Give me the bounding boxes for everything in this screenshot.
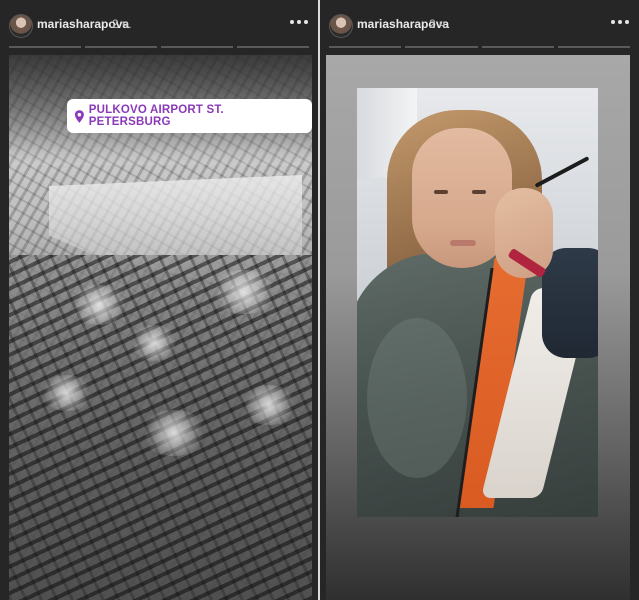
progress-bars bbox=[329, 46, 630, 48]
progress-segment bbox=[481, 46, 554, 48]
smoke bbox=[39, 375, 94, 411]
location-sticker[interactable]: PULKOVO AIRPORT ST. PETERSBURG bbox=[67, 99, 312, 133]
story-panel-left[interactable]: mariasharapova 2 ч. PULKOVO AIRPORT ST. … bbox=[0, 0, 318, 600]
timestamp: 2 ч. bbox=[429, 17, 449, 31]
smoke bbox=[69, 285, 129, 325]
sleeve bbox=[542, 248, 598, 358]
avatar[interactable] bbox=[329, 14, 353, 38]
story-panel-right[interactable]: mariasharapova 2 ч. bbox=[320, 0, 639, 600]
story-media-selfie[interactable] bbox=[326, 55, 630, 600]
progress-bars bbox=[9, 46, 309, 48]
story-media-aerial-city[interactable]: PULKOVO AIRPORT ST. PETERSBURG bbox=[9, 55, 312, 600]
story-header: mariasharapova 2 ч. bbox=[0, 0, 318, 48]
timestamp: 2 ч. bbox=[112, 17, 132, 31]
progress-segment bbox=[9, 46, 81, 48]
smoke bbox=[239, 385, 299, 425]
sunglasses bbox=[534, 156, 590, 188]
location-pin-icon bbox=[74, 109, 84, 123]
story-header: mariasharapova 2 ч. bbox=[320, 0, 639, 48]
smoke bbox=[139, 410, 209, 456]
progress-segment bbox=[85, 46, 157, 48]
more-options-icon[interactable] bbox=[290, 20, 308, 24]
progress-segment bbox=[329, 46, 402, 48]
progress-segment bbox=[161, 46, 233, 48]
jacket-fold bbox=[367, 318, 467, 478]
mouth bbox=[450, 240, 476, 246]
progress-segment bbox=[237, 46, 309, 48]
eye bbox=[472, 190, 486, 194]
avatar[interactable] bbox=[9, 14, 33, 38]
smoke bbox=[129, 325, 179, 361]
eye bbox=[434, 190, 448, 194]
progress-segment bbox=[405, 46, 478, 48]
smoke bbox=[209, 270, 279, 314]
more-options-icon[interactable] bbox=[611, 20, 629, 24]
selfie-photo bbox=[357, 88, 598, 517]
progress-segment bbox=[557, 46, 630, 48]
location-text: PULKOVO AIRPORT ST. PETERSBURG bbox=[88, 104, 224, 128]
